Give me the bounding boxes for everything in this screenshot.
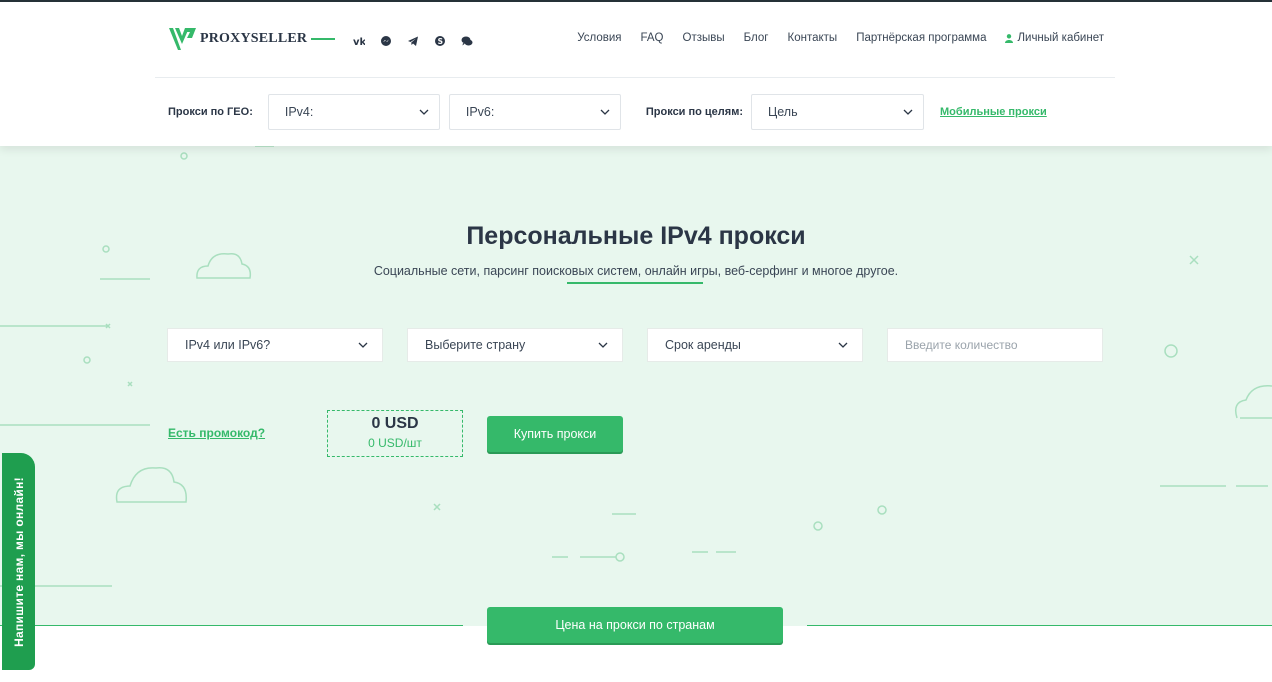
nav-faq[interactable]: FAQ <box>640 32 663 44</box>
skype-icon[interactable]: S <box>431 33 448 49</box>
geo-label: Прокси по ГЕО: <box>168 106 253 118</box>
header-divider <box>155 77 1115 78</box>
nav-blog[interactable]: Блог <box>744 32 769 44</box>
nav-contacts[interactable]: Контакты <box>788 32 838 44</box>
protocol-select-value: IPv4 или IPv6? <box>185 338 271 352</box>
nav-reviews[interactable]: Отзывы <box>683 32 725 44</box>
proxy-filters: Прокси по ГЕО: IPv4: IPv6: Прокси по цел… <box>168 94 1047 130</box>
background-decoration <box>0 146 1272 587</box>
svg-text:vk: vk <box>353 37 365 47</box>
buy-proxy-button[interactable]: Купить прокси <box>487 416 623 452</box>
country-select[interactable]: Выберите страну <box>407 328 623 362</box>
goal-select-value: Цель <box>768 105 798 119</box>
goal-select[interactable]: Цель <box>751 94 925 130</box>
country-prices-button[interactable]: Цена на прокси по странам <box>487 607 783 643</box>
chevron-down-icon <box>903 109 913 115</box>
promo-code-link[interactable]: Есть промокод? <box>168 426 265 440</box>
subtitle-underline <box>567 282 703 284</box>
section-divider-left <box>0 625 463 626</box>
chat-widget[interactable]: Напишите нам, мы онлайн! <box>2 453 35 670</box>
page-title: Персональные IPv4 прокси <box>466 222 806 250</box>
hero-section: Персональные IPv4 прокси Социальные сети… <box>0 146 1272 626</box>
chevron-down-icon <box>600 109 610 115</box>
country-select-value: Выберите страну <box>425 338 526 352</box>
user-icon <box>1005 33 1014 43</box>
price-total: 0 USD <box>371 415 419 432</box>
order-form: IPv4 или IPv6? Выберите страну Срок арен… <box>0 328 1272 362</box>
price-display: 0 USD 0 USD/шт <box>327 410 463 457</box>
chevron-down-icon <box>419 109 429 115</box>
nav-partner[interactable]: Партнёрская программа <box>856 32 986 44</box>
main-nav: Условия FAQ Отзывы Блог Контакты Партнёр… <box>577 32 1104 44</box>
price-per-unit: 0 USD/шт <box>368 436 422 450</box>
social-links: vk S <box>350 33 475 49</box>
chat-widget-label: Напишите нам, мы онлайн! <box>11 476 26 647</box>
quantity-input[interactable] <box>887 328 1103 362</box>
messenger-icon[interactable] <box>377 33 394 49</box>
ipv6-select-value: IPv6: <box>465 105 495 119</box>
svg-text:S: S <box>437 37 442 46</box>
logo-icon <box>169 28 196 50</box>
nav-terms[interactable]: Условия <box>577 32 621 44</box>
logo-text: PROXYSELLER <box>200 31 308 46</box>
section-divider-right <box>807 625 1272 626</box>
vk-icon[interactable]: vk <box>350 33 367 49</box>
ipv4-select-value: IPv4: <box>284 105 314 119</box>
period-select-value: Срок аренды <box>665 338 741 352</box>
chat-icon[interactable] <box>458 33 475 49</box>
site-header: PROXYSELLER vk S Условия FAQ Отзывы Блог… <box>0 2 1272 146</box>
goal-label: Прокси по целям: <box>645 106 744 118</box>
period-select[interactable]: Срок аренды <box>647 328 863 362</box>
chevron-down-icon <box>358 342 368 348</box>
mobile-proxy-link[interactable]: Мобильные прокси <box>940 106 1047 118</box>
protocol-select[interactable]: IPv4 или IPv6? <box>167 328 383 362</box>
page-subtitle: Социальные сети, парсинг поисковых систе… <box>373 264 899 278</box>
nav-cabinet[interactable]: Личный кабинет <box>1005 32 1104 44</box>
chevron-down-icon <box>838 342 848 348</box>
chevron-down-icon <box>598 342 608 348</box>
telegram-icon[interactable] <box>404 33 421 49</box>
logo[interactable]: PROXYSELLER <box>168 26 307 52</box>
logo-divider <box>311 38 335 40</box>
ipv4-select[interactable]: IPv4: <box>267 94 440 130</box>
nav-cabinet-label: Личный кабинет <box>1017 32 1104 44</box>
ipv6-select[interactable]: IPv6: <box>448 94 621 130</box>
